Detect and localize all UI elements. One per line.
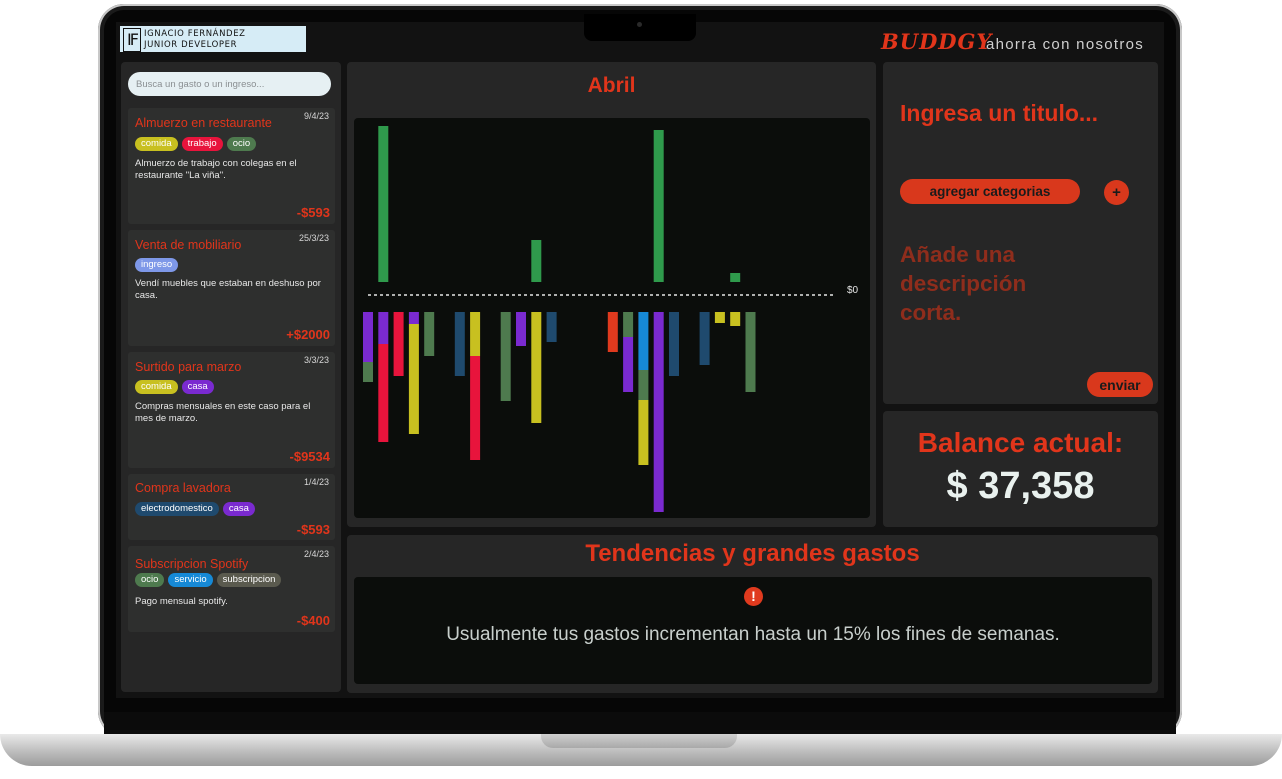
add-category-plus-icon[interactable]: + — [1104, 180, 1129, 205]
expense-bar-segment — [714, 312, 725, 323]
expense-bar-segment — [669, 312, 679, 376]
transaction-date: 1/4/23 — [303, 477, 329, 487]
transaction-date: 3/3/23 — [303, 355, 329, 365]
transaction-date: 2/4/23 — [303, 549, 329, 559]
tag-badge: comida — [135, 380, 178, 394]
tag-badge: casa — [181, 380, 214, 394]
trend-message: Usualmente tus gastos incrementan hasta … — [446, 624, 1060, 645]
transaction-card[interactable]: Surtido para marzo 3/3/23 comida casa Co… — [128, 352, 335, 468]
expense-bar-segment — [745, 312, 756, 392]
transaction-title: Surtido para marzo — [135, 360, 242, 374]
transaction-amount: -$593 — [296, 522, 330, 537]
expense-bar-segment — [500, 312, 511, 401]
expense-bar-segment — [470, 356, 481, 460]
expense-bar-segment — [638, 400, 649, 465]
expense-bar-segment — [470, 312, 481, 356]
expense-bar-segment — [378, 312, 389, 344]
balance-label: Balance actual: — [917, 427, 1124, 458]
income-bar — [653, 130, 664, 282]
tag-badge: ingreso — [135, 258, 179, 272]
tag-list: electrodomestico casa — [135, 502, 255, 516]
expense-bar-segment — [454, 312, 465, 376]
camera-notch — [584, 14, 696, 41]
tag-badge: ocio — [226, 137, 257, 151]
expense-bar-segment — [363, 362, 373, 382]
search-input[interactable] — [128, 72, 331, 96]
expense-bar-segment — [408, 324, 419, 434]
tag-badge: ocio — [135, 573, 165, 587]
transaction-card[interactable]: Subscripcion Spotify 2/4/23 ocio servici… — [128, 546, 335, 632]
transaction-description: Almuerzo de trabajo con colegas en el re… — [135, 158, 297, 181]
transaction-amount: -$593 — [296, 205, 330, 220]
transaction-description: Compras mensuales en este caso para el m… — [135, 401, 311, 424]
tag-badge: trabajo — [181, 137, 223, 151]
brand-monogram-logo: IF — [123, 28, 141, 52]
title-input[interactable] — [900, 98, 1150, 128]
tag-list: comida casa — [135, 380, 214, 394]
balance-value: $ 37,358 — [946, 465, 1095, 507]
cashflow-bar-chart: $0 — [363, 126, 859, 512]
zero-label: $0 — [847, 285, 859, 296]
transaction-description: Vendí muebles que estaban en deshuso por… — [135, 278, 321, 301]
transaction-description: Pago mensual spotify. — [135, 596, 228, 607]
transaction-title: Almuerzo en restaurante — [135, 116, 272, 130]
add-categories-button[interactable]: agregar categorias — [900, 179, 1080, 204]
tag-badge: electrodomestico — [135, 502, 219, 516]
tag-list: ingreso — [135, 258, 179, 272]
chart-area: $0 — [354, 118, 870, 518]
brand-role: JUNIOR DEVELOPER — [144, 40, 238, 50]
laptop-hinge — [104, 712, 1176, 734]
transaction-card[interactable]: Venta de mobiliario 25/3/23 ingreso Vend… — [128, 230, 335, 346]
expense-bar-segment — [730, 312, 741, 326]
income-bar — [730, 273, 741, 282]
transaction-card[interactable]: Almuerzo en restaurante 9/4/23 comida tr… — [128, 108, 335, 224]
transaction-amount: +$2000 — [286, 327, 330, 342]
expense-bar-segment — [516, 312, 526, 346]
brand-name: IGNACIO FERNÁNDEZ — [144, 29, 246, 39]
tag-badge: comida — [135, 137, 178, 151]
expense-bar-segment — [699, 312, 710, 365]
expense-bar-segment — [424, 312, 435, 356]
tag-badge: servicio — [168, 573, 213, 587]
alert-icon: ! — [744, 587, 763, 606]
tag-badge: subscripcion — [216, 573, 282, 587]
expense-bar-segment — [653, 312, 664, 512]
expense-bar-segment — [531, 312, 542, 423]
trends-title: Tendencias y grandes gastos — [585, 540, 920, 567]
expense-bar-segment — [638, 312, 649, 370]
expense-bar-segment — [607, 312, 618, 352]
income-bar — [531, 240, 542, 282]
expense-bar-segment — [623, 337, 634, 392]
laptop-opening-notch — [541, 734, 737, 748]
expense-bar-segment — [546, 312, 557, 342]
app-logo: BUDDGY — [881, 29, 993, 54]
expense-bar-segment — [408, 312, 419, 324]
chart-title: Abril — [587, 74, 636, 97]
transaction-title: Compra lavadora — [135, 481, 231, 495]
send-button[interactable]: enviar — [1087, 372, 1153, 397]
income-bar — [378, 126, 389, 282]
webcam-icon — [637, 22, 642, 27]
description-input[interactable] — [900, 240, 1090, 332]
transaction-amount: -$9534 — [289, 449, 330, 464]
tag-badge: casa — [222, 502, 255, 516]
transaction-card[interactable]: Compra lavadora 1/4/23 electrodomestico … — [128, 474, 335, 540]
transaction-amount: -$400 — [296, 613, 330, 628]
expense-bar-segment — [638, 370, 649, 400]
transaction-title: Subscripcion Spotify — [135, 557, 249, 571]
expense-bar-segment — [393, 312, 404, 376]
app-tagline: ahorra con nosotros — [986, 36, 1145, 53]
expense-bar-segment — [623, 312, 634, 337]
transaction-date: 9/4/23 — [303, 111, 329, 121]
transaction-title: Venta de mobiliario — [135, 238, 242, 252]
tag-list: comida trabajo ocio — [135, 137, 257, 151]
transaction-date: 25/3/23 — [298, 233, 329, 243]
expense-bar-segment — [378, 344, 389, 442]
expense-bar-segment — [363, 312, 373, 362]
tag-list: ocio servicio subscripcion — [135, 573, 282, 587]
